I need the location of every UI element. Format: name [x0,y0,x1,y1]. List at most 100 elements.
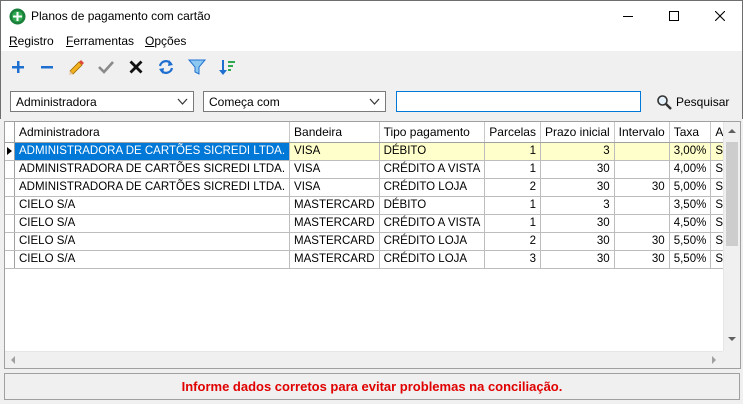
table-cell[interactable]: ADMINISTRADORA DE CARTÕES SICREDI LTDA. [14,160,291,179]
table-cell[interactable]: VISA [289,160,380,179]
row-indicator[interactable] [5,160,15,179]
table-cell[interactable]: 3,00% [669,142,712,161]
table-cell[interactable]: 3 [540,142,615,161]
table-cell[interactable]: VISA [289,178,380,197]
menu-registro[interactable]: Registro [9,34,54,48]
maximize-button[interactable] [651,1,697,31]
table-cell[interactable]: CIELO S/A [14,196,291,215]
table-row[interactable]: CIELO S/A MASTERCARD CRÉDITO LOJA 3 30 30 5,50… [5,250,740,269]
table-cell[interactable]: 30 [614,232,670,251]
table-cell[interactable]: CIELO S/A [14,232,291,251]
table-cell[interactable]: 30 [614,250,670,269]
table-cell[interactable] [614,142,670,161]
row-indicator[interactable] [5,214,15,233]
refresh-button[interactable] [155,56,177,78]
column-header[interactable]: Intervalo [614,122,670,143]
field-select[interactable]: Administradora [10,91,194,112]
table-cell[interactable]: 1 [484,142,541,161]
table-cell[interactable]: CIELO S/A [14,250,291,269]
horizontal-scrollbar[interactable] [5,351,723,368]
column-header[interactable]: Administradora [14,122,291,143]
magnifier-icon [657,95,672,110]
condition-select[interactable]: Começa com [203,91,386,112]
menu-opcoes[interactable]: Opções [145,34,186,48]
scroll-down-arrow-icon[interactable] [728,336,736,342]
table-cell[interactable]: MASTERCARD [289,196,380,215]
filter-button[interactable] [186,56,208,78]
table-cell[interactable]: CRÉDITO A VISTA [379,214,486,233]
table-cell[interactable]: 2 [484,232,541,251]
table-row[interactable]: CIELO S/A MASTERCARD CRÉDITO A VISTA 1 30 4,5… [5,214,740,233]
scroll-right-arrow-icon[interactable] [711,356,717,364]
table-cell[interactable]: 5,50% [669,232,712,251]
column-header[interactable]: Bandeira [289,122,380,143]
table-cell[interactable]: DÉBITO [379,196,486,215]
table-cell[interactable]: 3 [484,250,541,269]
filter-bar: Administradora Começa com Pesquisar [0,83,743,119]
table-cell[interactable]: 3 [540,196,615,215]
column-header[interactable]: Prazo inicial [540,122,615,143]
table-cell[interactable]: CRÉDITO LOJA [379,178,486,197]
table-row[interactable]: ADMINISTRADORA DE CARTÕES SICREDI LTDA. V… [5,160,740,179]
table-row[interactable]: CIELO S/AMASTERCARDDÉBITO133,50%SIM [5,196,740,215]
grid-table: Administradora Bandeira Tipo pagamento P… [5,122,740,269]
remove-button[interactable] [36,56,58,78]
column-header[interactable]: Taxa [669,122,712,143]
scroll-up-arrow-icon[interactable] [728,128,736,134]
row-indicator[interactable] [5,142,15,161]
edit-button[interactable] [65,56,87,78]
scroll-left-arrow-icon[interactable] [10,356,16,364]
table-cell[interactable]: ADMINISTRADORA DE CARTÕES SICREDI LTDA. [14,142,291,161]
table-cell[interactable]: 30 [540,232,615,251]
row-indicator[interactable] [5,196,15,215]
table-cell[interactable]: 30 [540,178,615,197]
table-cell[interactable] [614,160,670,179]
table-cell[interactable]: 2 [484,178,541,197]
table-cell[interactable]: 5,50% [669,250,712,269]
table-cell[interactable]: 1 [484,160,541,179]
table-cell[interactable]: DÉBITO [379,142,486,161]
menu-ferramentas[interactable]: Ferramentas [66,34,134,48]
close-button[interactable] [697,1,743,31]
table-cell[interactable]: CRÉDITO A VISTA [379,160,486,179]
table-cell[interactable]: MASTERCARD [289,232,380,251]
table-cell[interactable]: 3,50% [669,196,712,215]
table-cell[interactable]: 30 [540,250,615,269]
table-cell[interactable]: 30 [614,178,670,197]
search-button[interactable]: Pesquisar [656,91,729,113]
table-row[interactable]: ADMINISTRADORA DE CARTÕES SICREDI LTDA. V… [5,178,740,197]
column-header[interactable]: Tipo pagamento [379,122,486,143]
add-button[interactable] [7,56,29,78]
table-cell[interactable]: 4,00% [669,160,712,179]
table-cell[interactable]: 30 [540,214,615,233]
vertical-scrollbar[interactable] [723,122,740,368]
confirm-button[interactable] [95,56,117,78]
table-cell[interactable]: CIELO S/A [14,214,291,233]
search-input[interactable] [396,91,641,112]
column-header[interactable]: Parcelas [484,122,541,143]
table-cell[interactable]: 1 [484,214,541,233]
table-cell[interactable]: VISA [289,142,380,161]
row-indicator[interactable] [5,178,15,197]
table-cell[interactable]: CRÉDITO LOJA [379,250,486,269]
sort-button[interactable] [216,56,238,78]
table-cell[interactable] [614,214,670,233]
table-cell[interactable]: ADMINISTRADORA DE CARTÕES SICREDI LTDA. [14,178,291,197]
table-row[interactable]: CIELO S/A MASTERCARD CRÉDITO LOJA 2 30 30 5,50… [5,232,740,251]
cancel-button[interactable] [125,56,147,78]
table-row[interactable]: ADMINISTRADORA DE CARTÕES SICREDI LTDA. V… [5,142,740,161]
table-cell[interactable]: CRÉDITO LOJA [379,232,486,251]
scrollbar-thumb[interactable] [726,142,738,246]
table-cell[interactable]: 30 [540,160,615,179]
table-cell[interactable]: 1 [484,196,541,215]
table-cell[interactable]: 5,00% [669,178,712,197]
table-cell[interactable]: MASTERCARD [289,214,380,233]
sort-icon [219,60,235,75]
minimize-button[interactable] [605,1,651,31]
data-grid[interactable]: Administradora Bandeira Tipo pagamento P… [4,121,741,369]
table-cell[interactable]: MASTERCARD [289,250,380,269]
table-cell[interactable]: 4,50% [669,214,712,233]
table-cell[interactable] [614,196,670,215]
row-indicator[interactable] [5,232,15,251]
row-indicator[interactable] [5,250,15,269]
